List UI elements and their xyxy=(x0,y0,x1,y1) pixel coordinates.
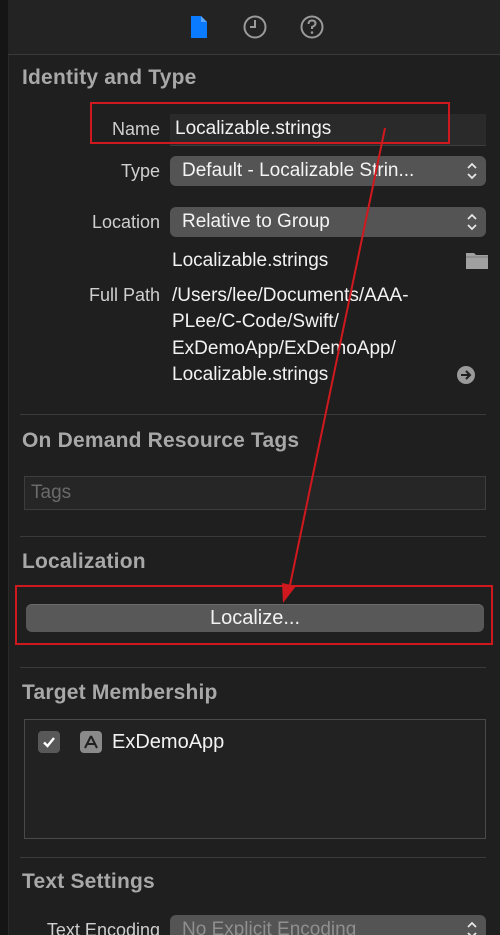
app-target-icon xyxy=(80,731,102,753)
section-divider xyxy=(20,857,486,858)
help-inspector-tab[interactable] xyxy=(298,13,326,41)
location-filename: Localizable.strings xyxy=(172,250,329,271)
text-encoding-value: No Explicit Encoding xyxy=(182,919,357,935)
text-encoding-label: Text Encoding xyxy=(46,920,160,935)
name-field[interactable]: Localizable.strings xyxy=(170,114,486,146)
tags-input[interactable]: Tags xyxy=(24,476,486,510)
chevron-updown-icon xyxy=(467,162,477,180)
reveal-in-finder-button[interactable] xyxy=(456,365,476,385)
chevron-updown-icon xyxy=(467,921,477,935)
tags-section-title: On Demand Resource Tags xyxy=(22,429,300,452)
checkmark-icon xyxy=(43,737,55,748)
chevron-updown-icon xyxy=(467,213,477,231)
file-inspector-tab[interactable] xyxy=(185,13,213,41)
full-path-line-1: /Users/lee/Documents/AAA- xyxy=(172,285,409,306)
type-popup[interactable]: Default - Localizable Strin... xyxy=(170,156,486,186)
membership-section-title: Target Membership xyxy=(22,681,218,704)
type-label: Type xyxy=(120,161,160,181)
full-path-line-3: ExDemoApp/ExDemoApp/ xyxy=(172,338,396,359)
localization-section-title: Localization xyxy=(22,550,146,573)
location-popup-value: Relative to Group xyxy=(182,211,330,232)
full-path-line-2: PLee/C-Code/Swift/ xyxy=(172,311,339,332)
full-path-label: Full Path xyxy=(88,285,160,305)
history-clock-icon xyxy=(243,15,267,39)
section-divider xyxy=(20,667,486,668)
folder-icon xyxy=(466,253,488,269)
left-pane-edge xyxy=(0,0,9,935)
history-inspector-tab[interactable] xyxy=(241,13,269,41)
text-encoding-popup[interactable]: No Explicit Encoding xyxy=(170,915,486,935)
section-divider xyxy=(20,536,486,537)
choose-file-button[interactable] xyxy=(465,250,489,270)
name-label: Name xyxy=(111,119,160,139)
section-divider xyxy=(20,414,486,415)
target-name: ExDemoApp xyxy=(112,731,225,753)
location-label: Location xyxy=(91,212,160,232)
type-popup-value: Default - Localizable Strin... xyxy=(182,160,415,181)
help-icon xyxy=(300,15,324,39)
localize-button[interactable]: Localize... xyxy=(26,604,484,632)
arrow-right-circle-icon xyxy=(457,366,475,384)
identity-section-title: Identity and Type xyxy=(22,66,197,89)
text-settings-section-title: Text Settings xyxy=(22,870,155,893)
location-popup[interactable]: Relative to Group xyxy=(170,207,486,237)
toolbar-divider xyxy=(8,54,500,55)
target-checkbox[interactable] xyxy=(38,731,60,753)
file-icon xyxy=(191,16,207,38)
full-path-line-4: Localizable.strings xyxy=(172,364,329,385)
